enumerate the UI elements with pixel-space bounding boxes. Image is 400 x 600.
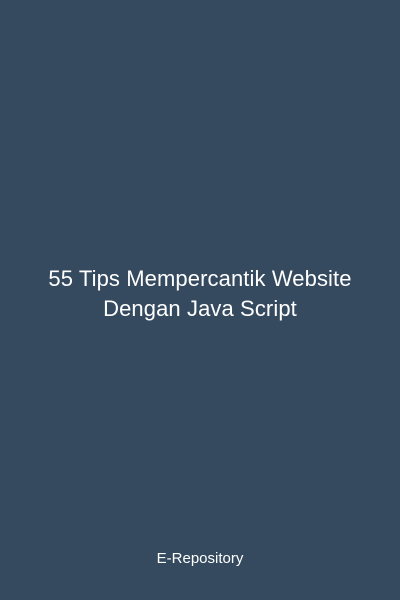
publisher-label: E-Repository xyxy=(156,550,244,567)
book-cover: 55 Tips Mempercantik Website Dengan Java… xyxy=(0,0,400,600)
cover-title-line-2: Dengan Java Script xyxy=(103,296,297,321)
cover-title: 55 Tips Mempercantik Website Dengan Java… xyxy=(0,264,400,324)
cover-title-line-1: 55 Tips Mempercantik Website xyxy=(48,266,352,291)
